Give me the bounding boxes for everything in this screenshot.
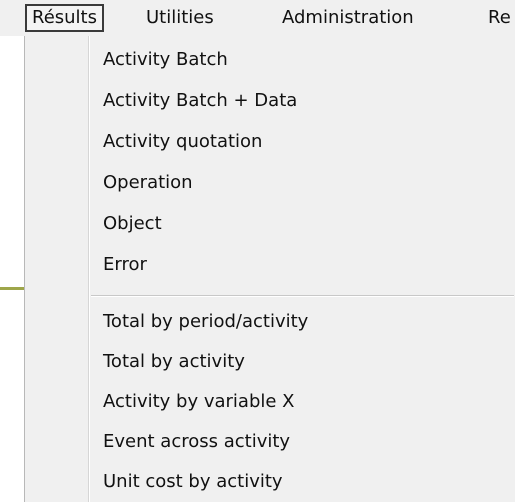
- menu-item-label: Event across activity: [103, 431, 291, 452]
- menu-item-activity-batch-data[interactable]: Activity Batch + Data: [25, 81, 514, 121]
- menu-item-label: Error: [103, 254, 147, 275]
- menu-item-label: Activity Batch: [103, 49, 228, 70]
- menu-utilities[interactable]: Utilities: [146, 4, 214, 32]
- menu-item-label: Total by activity: [103, 351, 245, 372]
- menu-item-label: Total by period/activity: [103, 311, 309, 332]
- menu-item-event-across-activity[interactable]: Event across activity: [25, 422, 514, 462]
- background-accent-line: [0, 287, 24, 290]
- menu-item-operation[interactable]: Operation: [25, 163, 514, 203]
- menu-results[interactable]: Résults: [25, 4, 104, 32]
- results-dropdown-menu: Activity Batch Activity Batch + Data Act…: [24, 36, 515, 502]
- menu-truncated[interactable]: Re: [488, 4, 515, 32]
- menu-separator: [91, 295, 514, 297]
- menu-item-object[interactable]: Object: [25, 204, 514, 244]
- menu-bar: Résults Utilities Administration Re: [0, 0, 515, 36]
- menu-item-label: Operation: [103, 172, 193, 193]
- menu-item-total-by-period-activity[interactable]: Total by period/activity: [25, 302, 514, 342]
- menu-item-label: Activity quotation: [103, 131, 263, 152]
- menu-item-activity-quotation[interactable]: Activity quotation: [25, 122, 514, 162]
- menu-item-activity-by-variable-x[interactable]: Activity by variable X: [25, 382, 514, 422]
- menu-item-label: Object: [103, 213, 162, 234]
- menu-administration[interactable]: Administration: [282, 4, 414, 32]
- menu-item-label: Activity Batch + Data: [103, 90, 298, 111]
- menu-item-total-by-activity[interactable]: Total by activity: [25, 342, 514, 382]
- menu-item-unit-cost-by-activity[interactable]: Unit cost by activity: [25, 462, 514, 502]
- menu-item-label: Unit cost by activity: [103, 471, 283, 492]
- menu-item-label: Activity by variable X: [103, 391, 295, 412]
- menu-item-activity-batch[interactable]: Activity Batch: [25, 40, 514, 80]
- menu-item-error[interactable]: Error: [25, 245, 514, 285]
